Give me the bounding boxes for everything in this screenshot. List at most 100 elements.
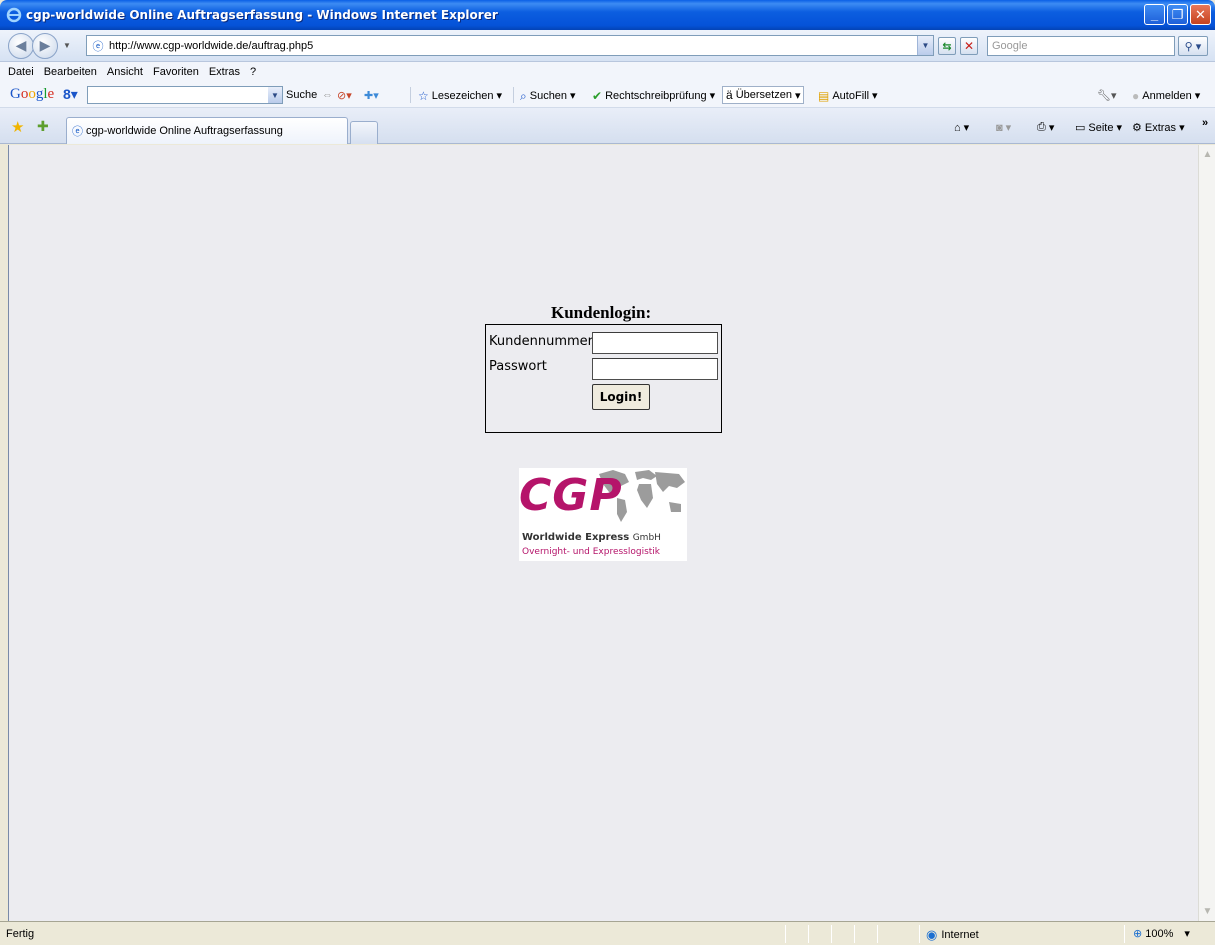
tab-active[interactable]: ⓔ cgp-worldwide Online Auftragserfassung: [66, 117, 348, 144]
add-favorite-icon[interactable]: ✚: [37, 118, 49, 135]
chevron-more-icon[interactable]: »: [1202, 117, 1208, 129]
page-icon: ⓔ: [92, 40, 104, 53]
google-logo[interactable]: Google: [10, 86, 54, 103]
logo-tagline: Overnight- und Expresslogistik: [522, 547, 661, 557]
popup-blocker-icon[interactable]: ⊘▾: [337, 89, 352, 102]
google-suche-button[interactable]: Suche: [286, 89, 317, 101]
scroll-up-icon[interactable]: ▲: [1200, 147, 1215, 162]
bookmarks-label: Lesezeichen: [431, 89, 494, 102]
google-menu-icon[interactable]: 8▾: [63, 86, 78, 103]
forward-button[interactable]: ▶: [32, 32, 58, 59]
bookmarks-button[interactable]: ☆ Lesezeichen ▾: [418, 88, 502, 103]
page-menu-button[interactable]: ▭ Seite ▾: [1075, 121, 1122, 135]
wrench-icon[interactable]: 🔧︎▾: [1097, 89, 1117, 102]
zoom-level: 100%: [1145, 927, 1174, 940]
print-icon: ⎙: [1037, 121, 1046, 133]
search-button[interactable]: ⚲ ▾: [1178, 36, 1208, 56]
address-url[interactable]: http://www.cgp-worldwide.de/auftrag.php5: [109, 40, 313, 52]
spellcheck-button[interactable]: ✔ Rechtschreibprüfung ▾: [592, 88, 715, 103]
translate-icon: ä: [726, 88, 733, 102]
stop-icon: ✕: [963, 39, 975, 53]
spellcheck-icon: ✔: [592, 88, 603, 103]
google-toolbar: Google 8▾ ▼ Suche ⇔ ⊘▾ ✚▾ ☆ Lesezeichen ▾ …: [0, 82, 1215, 108]
feeds-button[interactable]: ◙ ▾: [996, 121, 1011, 135]
home-icon: ⌂: [954, 121, 961, 134]
google-plus-icon[interactable]: ✚▾: [364, 89, 379, 102]
google-suche-label: Suche: [286, 89, 318, 101]
zone-label: Internet: [941, 929, 979, 941]
window-title: cgp-worldwide Online Auftragserfassung -…: [26, 8, 498, 22]
gear-icon: ⚙: [1132, 122, 1142, 134]
logo-company-suffix: GmbH: [632, 533, 661, 543]
password-label: Passwort: [489, 359, 547, 374]
logo-company-name: Worldwide Express: [522, 532, 630, 543]
search-icon: ⚲ ▾: [1184, 40, 1202, 53]
customer-number-label: Kundennummer: [489, 334, 593, 349]
globe-icon: ◉: [926, 927, 938, 942]
google-arrows-icon[interactable]: ⇔: [322, 89, 333, 101]
spellcheck-label: Rechtschreibprüfung: [605, 89, 707, 102]
anmelden-label: Anmelden: [1142, 89, 1192, 102]
home-button[interactable]: ⌂ ▾: [954, 121, 969, 135]
recent-pages-dropdown[interactable]: ▼: [63, 41, 71, 50]
logo-brand: CGP: [519, 470, 623, 521]
menu-ansicht[interactable]: Ansicht: [107, 66, 143, 78]
page-icon: ⓔ: [72, 126, 83, 138]
anmelden-button[interactable]: ● Anmelden ▾: [1132, 88, 1200, 103]
login-button[interactable]: Login!: [592, 384, 650, 410]
status-text: Fertig: [6, 928, 35, 940]
address-field[interactable]: ⓔ http://www.cgp-worldwide.de/auftrag.ph…: [86, 35, 934, 56]
menu-help[interactable]: ?: [250, 66, 256, 78]
menu-bar: Datei Bearbeiten Ansicht Favoriten Extra…: [0, 62, 1215, 82]
logo-company: Worldwide Express GmbH: [522, 532, 661, 543]
print-button[interactable]: ⎙ ▾: [1037, 121, 1054, 134]
vertical-scrollbar[interactable]: ▲ ▼: [1198, 145, 1215, 921]
google-search-dropdown[interactable]: ▼: [268, 87, 282, 103]
tools-menu-button[interactable]: ⚙ Extras ▾: [1132, 121, 1185, 135]
translate-label: Übersetzen: [735, 89, 792, 101]
autofill-icon: ▤: [818, 88, 830, 103]
rss-icon: ◙: [996, 121, 1003, 134]
favorites-star-icon[interactable]: ★: [11, 118, 24, 136]
translate-button[interactable]: ä Übersetzen ▾: [722, 86, 805, 104]
status-bar: Fertig ◉ Internet ⊕ 100% ▾: [0, 921, 1215, 945]
search-input[interactable]: Google: [987, 36, 1175, 56]
chevron-down-icon: ▾: [1184, 928, 1190, 940]
star-outline-icon: ☆: [418, 88, 429, 103]
menu-bearbeiten[interactable]: Bearbeiten: [44, 66, 97, 78]
customer-number-field[interactable]: [592, 332, 718, 354]
autofill-button[interactable]: ▤ AutoFill ▾: [818, 88, 878, 103]
zoom-control[interactable]: ⊕ 100% ▾: [1133, 927, 1190, 941]
menu-favoriten[interactable]: Favoriten: [153, 66, 199, 78]
refresh-button[interactable]: ⇆: [938, 37, 956, 55]
minimize-button[interactable]: _: [1144, 4, 1165, 25]
password-field[interactable]: [592, 358, 718, 380]
refresh-icon: ⇆: [942, 40, 952, 53]
tab-label: cgp-worldwide Online Auftragserfassung: [86, 125, 283, 137]
suchen-label: Suchen: [529, 89, 568, 102]
zoom-icon: ⊕: [1133, 928, 1143, 940]
tab-bar: ★ ✚ ⓔ cgp-worldwide Online Auftragserfas…: [0, 108, 1215, 144]
forward-arrow-icon: ▶: [39, 37, 51, 53]
stop-button[interactable]: ✕: [960, 37, 978, 55]
tools-menu-label: Extras: [1144, 121, 1177, 134]
page-menu-label: Seite: [1088, 121, 1114, 134]
back-button[interactable]: ◀: [8, 32, 34, 59]
restore-button[interactable]: ❐: [1167, 4, 1188, 25]
back-arrow-icon: ◀: [15, 37, 27, 53]
suchen-button[interactable]: ⌕ Suchen ▾: [520, 89, 576, 103]
new-tab-button[interactable]: [350, 121, 378, 144]
address-dropdown[interactable]: ▼: [917, 36, 933, 55]
menu-extras[interactable]: Extras: [209, 66, 240, 78]
security-zone[interactable]: ◉ Internet: [926, 927, 979, 943]
close-button[interactable]: ✕: [1190, 4, 1211, 25]
page-title: Kundenlogin:: [551, 303, 652, 322]
company-logo: CGP Worldwide Express GmbH Overnight- un…: [519, 468, 687, 561]
page-menu-icon: ▭: [1075, 122, 1086, 134]
scroll-down-icon[interactable]: ▼: [1200, 904, 1215, 919]
title-bar: cgp-worldwide Online Auftragserfassung -…: [0, 0, 1215, 30]
google-search-field[interactable]: ▼: [87, 86, 283, 104]
user-circle-icon: ●: [1132, 88, 1140, 103]
menu-datei[interactable]: Datei: [8, 66, 34, 78]
ie-icon: [6, 7, 22, 23]
